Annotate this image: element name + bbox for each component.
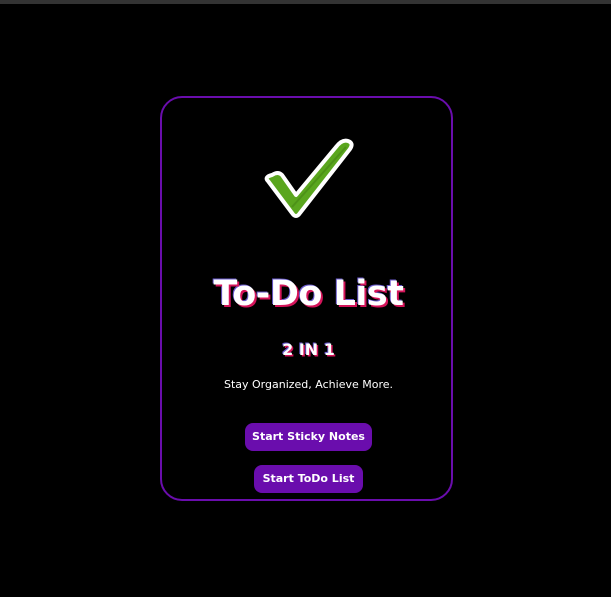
app-title: To-Do List <box>213 274 404 314</box>
start-todo-list-button[interactable]: Start ToDo List <box>254 465 363 493</box>
app-subtitle: 2 IN 1 <box>282 340 335 359</box>
window-top-bar <box>0 0 611 4</box>
checkmark-icon <box>264 138 354 218</box>
start-sticky-notes-button[interactable]: Start Sticky Notes <box>245 423 372 451</box>
app-tagline: Stay Organized, Achieve More. <box>223 378 393 391</box>
